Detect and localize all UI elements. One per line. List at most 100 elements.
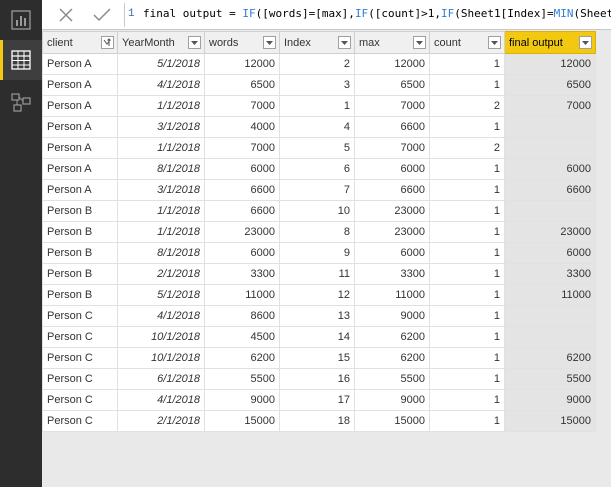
report-view-button[interactable]	[0, 0, 42, 40]
filter-dropdown-button[interactable]	[338, 36, 351, 49]
table-cell[interactable]: Person A	[42, 137, 118, 159]
column-header[interactable]: max	[354, 31, 430, 54]
table-cell[interactable]: 1	[429, 158, 505, 180]
formula-input[interactable]: final output = IF([words]=[max],IF([coun…	[143, 7, 611, 20]
table-cell[interactable]: 18	[279, 410, 355, 432]
table-cell[interactable]: 6200	[354, 347, 430, 369]
table-cell[interactable]: 6000	[354, 242, 430, 264]
table-cell[interactable]: Person A	[42, 95, 118, 117]
table-cell[interactable]: 3/1/2018	[117, 179, 205, 201]
relationships-view-button[interactable]	[0, 82, 42, 122]
table-cell[interactable]: 6	[279, 158, 355, 180]
column-header[interactable]: words	[204, 31, 280, 54]
table-cell[interactable]: 1	[429, 53, 505, 75]
column-header[interactable]: client	[42, 31, 118, 54]
table-cell[interactable]: 5	[279, 137, 355, 159]
table-cell[interactable]: 9	[279, 242, 355, 264]
table-cell[interactable]: 10/1/2018	[117, 326, 205, 348]
table-cell[interactable]: 5500	[204, 368, 280, 390]
column-header[interactable]: count	[429, 31, 505, 54]
table-cell[interactable]: 3300	[504, 263, 596, 285]
table-cell[interactable]	[504, 116, 596, 138]
table-cell[interactable]: Person C	[42, 389, 118, 411]
table-cell[interactable]	[504, 305, 596, 327]
table-cell[interactable]: 6000	[504, 242, 596, 264]
table-cell[interactable]: 10/1/2018	[117, 347, 205, 369]
table-cell[interactable]: 1/1/2018	[117, 200, 205, 222]
table-cell[interactable]: 1	[429, 74, 505, 96]
table-cell[interactable]: 1	[429, 326, 505, 348]
table-cell[interactable]: 23000	[504, 221, 596, 243]
table-cell[interactable]	[504, 200, 596, 222]
filter-dropdown-button[interactable]	[413, 36, 426, 49]
table-cell[interactable]: 1/1/2018	[117, 95, 205, 117]
table-cell[interactable]: 6000	[204, 158, 280, 180]
table-cell[interactable]	[504, 137, 596, 159]
table-cell[interactable]: 15	[279, 347, 355, 369]
commit-formula-button[interactable]	[86, 2, 118, 28]
table-cell[interactable]: Person A	[42, 116, 118, 138]
table-cell[interactable]: 15000	[204, 410, 280, 432]
table-cell[interactable]: 6000	[204, 242, 280, 264]
table-cell[interactable]: Person C	[42, 410, 118, 432]
table-cell[interactable]: 1	[429, 389, 505, 411]
table-cell[interactable]: 2/1/2018	[117, 263, 205, 285]
table-cell[interactable]: 8/1/2018	[117, 158, 205, 180]
filter-dropdown-button[interactable]	[488, 36, 501, 49]
table-cell[interactable]: 6600	[204, 200, 280, 222]
table-cell[interactable]: 13	[279, 305, 355, 327]
table-cell[interactable]: Person B	[42, 263, 118, 285]
table-cell[interactable]: 9000	[204, 389, 280, 411]
table-cell[interactable]: 1	[429, 221, 505, 243]
table-cell[interactable]: 6000	[504, 158, 596, 180]
filter-dropdown-button[interactable]	[263, 36, 276, 49]
table-cell[interactable]: Person C	[42, 305, 118, 327]
table-cell[interactable]: 11000	[354, 284, 430, 306]
table-cell[interactable]: 1/1/2018	[117, 221, 205, 243]
table-cell[interactable]: 4/1/2018	[117, 305, 205, 327]
table-cell[interactable]: 4500	[204, 326, 280, 348]
table-cell[interactable]: 6500	[504, 74, 596, 96]
table-cell[interactable]: 1	[429, 242, 505, 264]
table-cell[interactable]: 11000	[504, 284, 596, 306]
table-cell[interactable]	[504, 326, 596, 348]
column-header[interactable]: final output	[504, 31, 596, 54]
table-cell[interactable]: 1/1/2018	[117, 137, 205, 159]
table-cell[interactable]: Person A	[42, 158, 118, 180]
table-cell[interactable]: 1	[429, 116, 505, 138]
table-cell[interactable]: 3/1/2018	[117, 116, 205, 138]
table-cell[interactable]: 6600	[354, 179, 430, 201]
table-cell[interactable]: 12	[279, 284, 355, 306]
table-cell[interactable]: 6600	[354, 116, 430, 138]
table-cell[interactable]: 7000	[504, 95, 596, 117]
table-cell[interactable]: 14	[279, 326, 355, 348]
table-cell[interactable]: 15000	[504, 410, 596, 432]
table-cell[interactable]: Person B	[42, 221, 118, 243]
table-cell[interactable]: Person C	[42, 326, 118, 348]
table-cell[interactable]: 8/1/2018	[117, 242, 205, 264]
table-cell[interactable]: 15000	[354, 410, 430, 432]
table-cell[interactable]: 9000	[354, 389, 430, 411]
table-cell[interactable]: 1	[429, 179, 505, 201]
table-cell[interactable]: 10	[279, 200, 355, 222]
table-cell[interactable]: 23000	[354, 221, 430, 243]
table-cell[interactable]: 7000	[354, 95, 430, 117]
table-cell[interactable]: 23000	[354, 200, 430, 222]
table-cell[interactable]: 7000	[354, 137, 430, 159]
table-cell[interactable]: 1	[429, 410, 505, 432]
table-cell[interactable]: 7	[279, 179, 355, 201]
table-cell[interactable]: 6200	[504, 347, 596, 369]
table-cell[interactable]: 6600	[504, 179, 596, 201]
table-cell[interactable]: 6200	[354, 326, 430, 348]
sort-filter-button[interactable]	[101, 36, 114, 49]
table-cell[interactable]: 3300	[354, 263, 430, 285]
table-cell[interactable]: 2	[429, 95, 505, 117]
table-cell[interactable]: 6200	[204, 347, 280, 369]
table-cell[interactable]: 1	[429, 284, 505, 306]
table-cell[interactable]: 5/1/2018	[117, 284, 205, 306]
table-cell[interactable]: Person C	[42, 347, 118, 369]
table-cell[interactable]: 12000	[204, 53, 280, 75]
table-cell[interactable]: Person B	[42, 284, 118, 306]
table-cell[interactable]: 5500	[504, 368, 596, 390]
table-cell[interactable]: 8	[279, 221, 355, 243]
